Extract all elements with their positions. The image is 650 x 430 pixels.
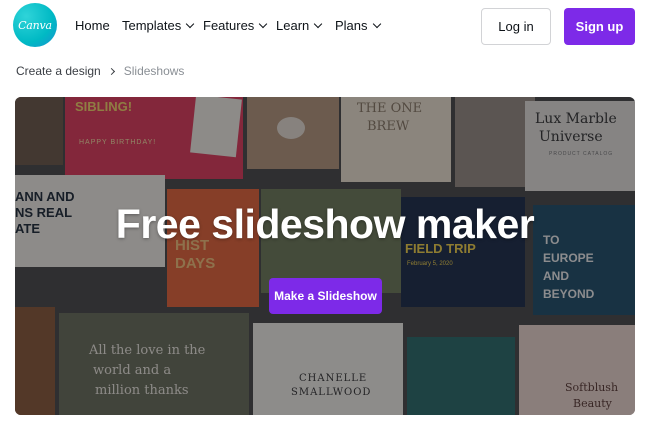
chevron-down-icon bbox=[372, 19, 381, 28]
nav-item-label: Learn bbox=[276, 18, 310, 33]
hero-title: Free slideshow maker bbox=[115, 201, 535, 247]
chevron-down-icon bbox=[259, 19, 268, 28]
nav-item-label: Features bbox=[203, 18, 255, 33]
nav-item-templates[interactable]: Templates bbox=[122, 18, 195, 33]
breadcrumb-current: Slideshows bbox=[123, 64, 185, 78]
breadcrumb: Create a design Slideshows bbox=[16, 64, 184, 78]
login-button[interactable]: Log in bbox=[481, 8, 551, 45]
nav-item-label: Home bbox=[75, 18, 110, 33]
hero-overlay bbox=[15, 97, 635, 415]
nav-item-label: Plans bbox=[335, 18, 368, 33]
nav-item-learn[interactable]: Learn bbox=[276, 18, 323, 33]
hero-banner: SIBLING! HAPPY BIRTHDAY! THE ONE BREW Lu… bbox=[15, 97, 635, 415]
nav-item-features[interactable]: Features bbox=[203, 18, 268, 33]
signup-button[interactable]: Sign up bbox=[564, 8, 635, 45]
nav-item-label: Templates bbox=[122, 18, 182, 33]
chevron-down-icon bbox=[186, 19, 195, 28]
nav-item-plans[interactable]: Plans bbox=[335, 18, 381, 33]
nav-item-home[interactable]: Home bbox=[75, 18, 110, 33]
top-navigation: Canva Home Templates Features Learn Plan… bbox=[0, 0, 650, 56]
chevron-right-icon bbox=[107, 67, 115, 75]
chevron-down-icon bbox=[314, 19, 323, 28]
breadcrumb-link-create-a-design[interactable]: Create a design bbox=[16, 64, 101, 78]
logo-text: Canva bbox=[18, 18, 52, 32]
canva-logo[interactable]: Canva bbox=[13, 3, 57, 47]
make-slideshow-button[interactable]: Make a Slideshow bbox=[269, 278, 382, 314]
